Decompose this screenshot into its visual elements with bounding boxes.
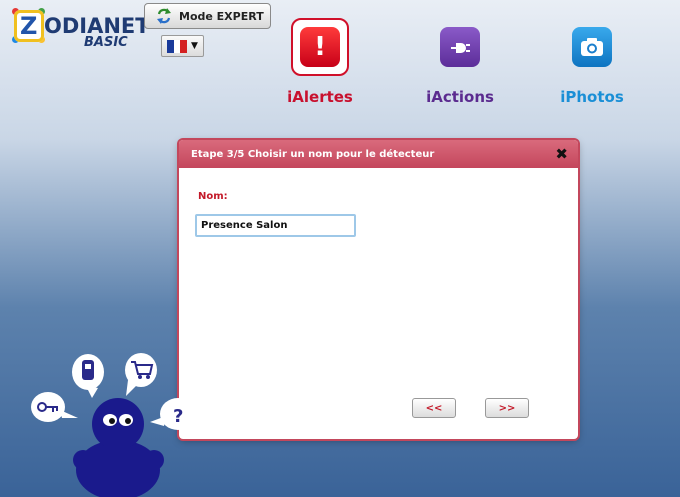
app-iphotos-tile[interactable] xyxy=(563,18,621,76)
mascot-body xyxy=(73,398,164,497)
app-ialertes[interactable]: ! iAlertes xyxy=(265,18,375,106)
app-iphotos[interactable]: iPhotos xyxy=(537,18,647,106)
app-ialertes-tile[interactable]: ! xyxy=(291,18,349,76)
walkie-talkie-bubble xyxy=(72,354,104,398)
question-mark: ? xyxy=(173,406,183,427)
camera-icon xyxy=(572,27,612,67)
app-iactions-tile[interactable] xyxy=(431,18,489,76)
plug-icon xyxy=(440,27,480,67)
close-icon[interactable]: ✖ xyxy=(555,145,568,163)
wizard-dialog: Etape 3/5 Choisir un nom pour le détecte… xyxy=(179,140,578,439)
language-select[interactable]: ▼ xyxy=(161,35,204,57)
dialog-header: Etape 3/5 Choisir un nom pour le détecte… xyxy=(179,140,578,168)
chevron-down-icon: ▼ xyxy=(191,41,198,51)
zodianet-logo: Z ODIANET BASIC xyxy=(12,8,150,52)
app-ialertes-label[interactable]: iAlertes xyxy=(265,88,375,106)
previous-button[interactable]: << xyxy=(412,398,456,418)
next-button[interactable]: >> xyxy=(485,398,529,418)
shopping-cart-bubble xyxy=(125,353,157,396)
name-field-label: Nom: xyxy=(198,191,228,202)
app-iactions[interactable]: iActions xyxy=(405,18,515,106)
logo-letter: Z xyxy=(20,12,38,40)
mascot-illustration: ? xyxy=(31,353,196,497)
logo-edition: BASIC xyxy=(84,35,128,50)
app-iphotos-label[interactable]: iPhotos xyxy=(537,88,647,106)
key-bubble xyxy=(31,392,78,422)
french-flag-icon xyxy=(167,39,188,53)
dialog-title: Etape 3/5 Choisir un nom pour le détecte… xyxy=(191,148,435,160)
switch-arrows-icon xyxy=(157,8,171,24)
question-bubble: ? xyxy=(150,398,196,430)
exclamation-icon: ! xyxy=(300,27,340,67)
name-input[interactable] xyxy=(195,214,356,237)
mode-expert-button[interactable]: Mode EXPERT xyxy=(144,3,271,29)
logo-z-box: Z xyxy=(14,10,44,42)
mode-expert-label: Mode EXPERT xyxy=(179,9,264,23)
app-iactions-label[interactable]: iActions xyxy=(405,88,515,106)
